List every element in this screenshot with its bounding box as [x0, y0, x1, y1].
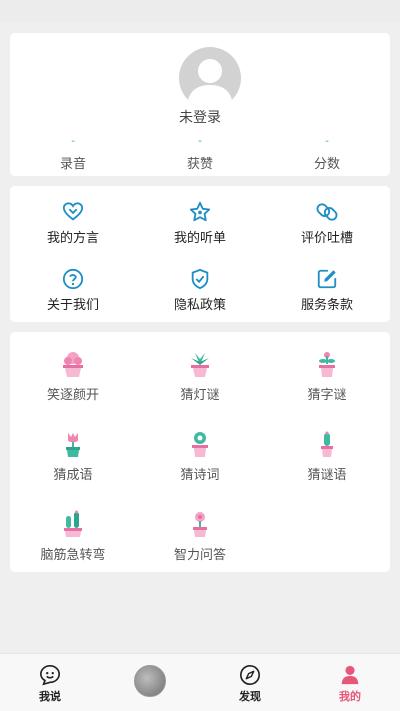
game-item-label: 猜谜语	[307, 468, 347, 483]
game-item-label: 脑筋急转弯	[40, 548, 106, 563]
stat-label: 获赞	[186, 157, 213, 172]
user-icon	[341, 665, 359, 685]
menu-card: 我的方言 我的听单 评价吐槽 关于我们 隐私政策 服务条款	[10, 186, 390, 322]
menu-item-label: 评价吐槽	[300, 231, 353, 246]
game-item-character-riddle[interactable]: 猜字谜	[264, 350, 390, 403]
menu-item-terms-of-service[interactable]: 服务条款	[264, 268, 390, 313]
green-plant-pot-icon	[191, 353, 209, 377]
menu-item-label: 我的方言	[46, 231, 99, 246]
stat-value: -	[71, 136, 75, 147]
tab-mine[interactable]: 我的	[300, 654, 400, 711]
heart-icon	[62, 202, 84, 221]
stat-value: -	[198, 136, 202, 147]
cactus-pot-icon	[321, 431, 333, 457]
avatar[interactable]	[179, 47, 241, 109]
menu-item-label: 服务条款	[300, 298, 353, 313]
profile-card: 未登录 - 录音 - 获赞 - 分数	[10, 33, 390, 176]
link-icon	[316, 203, 338, 221]
pink-sprout-pot-icon	[319, 352, 335, 377]
menu-item-about-us[interactable]: 关于我们	[10, 268, 136, 313]
bottom-tab-bar: 我说 发现 我的	[0, 653, 400, 711]
tab-label: 我的	[339, 690, 361, 703]
menu-item-my-dialect[interactable]: 我的方言	[10, 201, 136, 246]
stat-label: 录音	[59, 157, 86, 172]
menu-item-privacy-policy[interactable]: 隐私政策	[137, 268, 263, 313]
tab-discover[interactable]: 发现	[200, 654, 300, 711]
game-item-label: 猜灯谜	[180, 388, 220, 403]
stat-score[interactable]: - 分数	[264, 136, 390, 173]
shield-icon	[191, 268, 209, 290]
menu-item-label: 我的听单	[173, 231, 226, 246]
tab-label: 发现	[239, 690, 261, 703]
menu-item-my-playlist[interactable]: 我的听单	[137, 201, 263, 246]
game-item-quiz[interactable]: 智力问答	[137, 510, 263, 563]
stat-value: -	[325, 136, 329, 147]
question-icon	[62, 268, 84, 290]
login-status[interactable]: 未登录	[10, 107, 390, 127]
game-item-label: 猜诗词	[180, 468, 220, 483]
menu-item-label: 关于我们	[46, 298, 99, 313]
center-avatar-icon[interactable]	[134, 665, 166, 697]
menu-item-label: 隐私政策	[173, 298, 226, 313]
pink-flower-pot-icon	[63, 352, 83, 377]
double-cactus-pot-icon	[64, 510, 82, 537]
stat-recordings[interactable]: - 录音	[10, 136, 136, 173]
game-item-smile[interactable]: 笑逐颜开	[10, 350, 136, 403]
game-item-label: 智力问答	[173, 548, 226, 563]
games-card: 笑逐颜开 猜灯谜 猜字谜 猜成语 猜诗词 猜谜语 脑筋急转弯 智力问答	[10, 332, 390, 572]
game-item-idiom[interactable]: 猜成语	[10, 430, 136, 483]
game-item-puzzle[interactable]: 猜谜语	[264, 430, 390, 483]
tulip-pot-icon	[66, 433, 80, 457]
game-item-label: 猜成语	[53, 468, 93, 483]
star-icon	[189, 201, 211, 222]
default-user-avatar-icon	[187, 59, 233, 109]
stat-likes[interactable]: - 获赞	[137, 136, 263, 173]
status-bar	[0, 0, 400, 22]
stat-label: 分数	[313, 157, 340, 172]
pink-bud-pot-icon	[193, 512, 207, 537]
menu-item-feedback[interactable]: 评价吐槽	[264, 201, 390, 246]
tab-label: 我说	[39, 690, 61, 703]
game-item-poetry[interactable]: 猜诗词	[137, 430, 263, 483]
game-item-lantern-riddle[interactable]: 猜灯谜	[137, 350, 263, 403]
compass-icon	[240, 665, 260, 685]
teal-flower-pot-icon	[192, 432, 208, 457]
game-item-brain-teaser[interactable]: 脑筋急转弯	[10, 510, 136, 563]
tab-i-say[interactable]: 我说	[0, 654, 100, 711]
game-item-label: 笑逐颜开	[46, 388, 99, 403]
edit-icon	[317, 269, 337, 289]
game-item-label: 猜字谜	[307, 388, 347, 403]
speech-face-icon	[40, 665, 60, 686]
